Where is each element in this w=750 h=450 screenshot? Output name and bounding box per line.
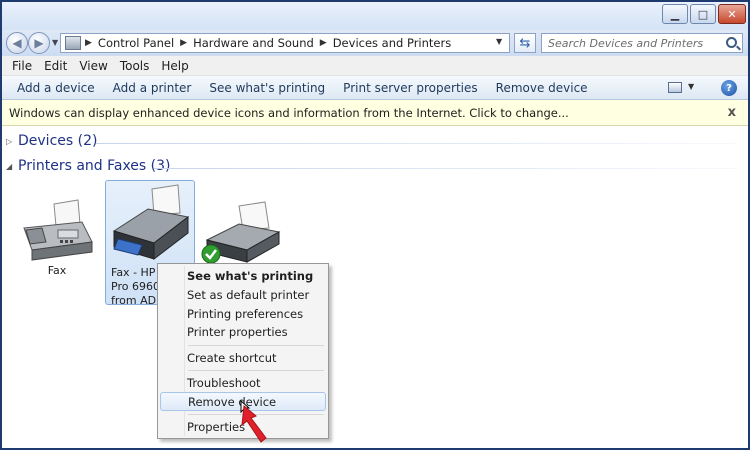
- search-input[interactable]: [548, 36, 720, 50]
- menu-item-troubleshoot[interactable]: Troubleshoot: [160, 373, 326, 392]
- title-bar: ▁ □ ✕: [2, 2, 748, 30]
- collapse-triangle-icon[interactable]: ◢: [6, 162, 18, 171]
- group-title-printers: Printers and Faxes (3): [18, 158, 171, 174]
- add-device-button[interactable]: Add a device: [8, 81, 104, 95]
- devices-and-printers-window: ▁ □ ✕ ◀ ▶ ▼ ▶ Control Panel ▶ Hardware a…: [0, 0, 750, 450]
- minimize-icon: ▁: [670, 7, 680, 21]
- remove-device-button[interactable]: Remove device: [487, 81, 597, 95]
- info-bar-close-icon[interactable]: x: [728, 105, 736, 120]
- close-icon: ✕: [727, 7, 737, 21]
- info-bar-text[interactable]: Windows can display enhanced device icon…: [9, 106, 569, 120]
- menu-item-see-whats-printing[interactable]: See what's printing: [160, 266, 326, 285]
- default-printer-check-icon: [201, 244, 221, 264]
- address-dropdown-icon[interactable]: ▼: [496, 37, 502, 46]
- group-divider: [154, 168, 738, 169]
- device-fax[interactable]: Fax: [16, 198, 98, 288]
- menu-item-set-default-printer[interactable]: Set as default printer: [160, 285, 326, 304]
- breadcrumb-devices-and-printers[interactable]: Devices and Printers: [329, 36, 456, 50]
- search-icon[interactable]: [726, 37, 737, 48]
- chevron-right-icon[interactable]: ▶: [83, 38, 94, 48]
- menu-view[interactable]: View: [73, 59, 113, 73]
- menu-item-printing-preferences[interactable]: Printing preferences: [160, 304, 326, 323]
- breadcrumb-hardware-and-sound[interactable]: Hardware and Sound: [189, 36, 318, 50]
- view-options-dropdown-icon[interactable]: ▼: [688, 82, 694, 91]
- add-printer-button[interactable]: Add a printer: [104, 81, 201, 95]
- group-divider: [96, 143, 736, 144]
- chevron-right-icon[interactable]: ▶: [178, 38, 189, 48]
- group-header-printers[interactable]: ◢ Printers and Faxes (3): [6, 158, 738, 174]
- close-button[interactable]: ✕: [718, 4, 746, 24]
- maximize-icon: □: [697, 7, 709, 21]
- forward-arrow-icon: ▶: [34, 36, 44, 50]
- control-panel-icon: [65, 36, 81, 50]
- recent-pages-dropdown-icon[interactable]: ▼: [52, 38, 58, 47]
- group-header-devices[interactable]: ▷ Devices (2): [6, 133, 736, 149]
- fax-machine-icon: [23, 199, 93, 261]
- print-server-properties-button[interactable]: Print server properties: [334, 81, 486, 95]
- menu-edit[interactable]: Edit: [38, 59, 73, 73]
- group-title-devices: Devices (2): [18, 133, 98, 149]
- back-button[interactable]: ◀: [6, 32, 28, 54]
- menu-help[interactable]: Help: [155, 59, 194, 73]
- menu-tools[interactable]: Tools: [114, 59, 156, 73]
- menu-file[interactable]: File: [6, 59, 38, 73]
- address-row: ◀ ▶ ▼ ▶ Control Panel ▶ Hardware and Sou…: [2, 30, 748, 56]
- search-box[interactable]: [541, 33, 743, 53]
- refresh-button[interactable]: ⇆: [514, 33, 536, 53]
- change-view-icon[interactable]: [668, 82, 682, 93]
- chevron-right-icon[interactable]: ▶: [318, 38, 329, 48]
- menu-separator: [188, 370, 324, 371]
- expand-triangle-icon[interactable]: ▷: [6, 137, 18, 146]
- help-icon[interactable]: ?: [721, 80, 737, 96]
- back-arrow-icon: ◀: [12, 36, 22, 50]
- see-whats-printing-button[interactable]: See what's printing: [200, 81, 334, 95]
- menu-item-create-shortcut[interactable]: Create shortcut: [160, 348, 326, 367]
- breadcrumb[interactable]: ▶ Control Panel ▶ Hardware and Sound ▶ D…: [60, 33, 510, 53]
- info-bar[interactable]: Windows can display enhanced device icon…: [2, 100, 748, 126]
- breadcrumb-control-panel[interactable]: Control Panel: [94, 36, 178, 50]
- device-label-fax: Fax: [47, 264, 67, 277]
- refresh-icon: ⇆: [519, 35, 531, 51]
- printer-icon: [112, 184, 190, 261]
- minimize-button[interactable]: ▁: [662, 4, 688, 24]
- device-default-printer[interactable]: [199, 198, 284, 268]
- command-bar: Add a device Add a printer See what's pr…: [2, 76, 748, 100]
- forward-button[interactable]: ▶: [28, 32, 50, 54]
- menu-separator: [188, 345, 324, 346]
- menu-item-printer-properties[interactable]: Printer properties: [160, 322, 326, 341]
- annotation-arrow-icon: [241, 405, 267, 443]
- menu-bar: File Edit View Tools Help: [2, 56, 748, 76]
- maximize-button[interactable]: □: [690, 4, 716, 24]
